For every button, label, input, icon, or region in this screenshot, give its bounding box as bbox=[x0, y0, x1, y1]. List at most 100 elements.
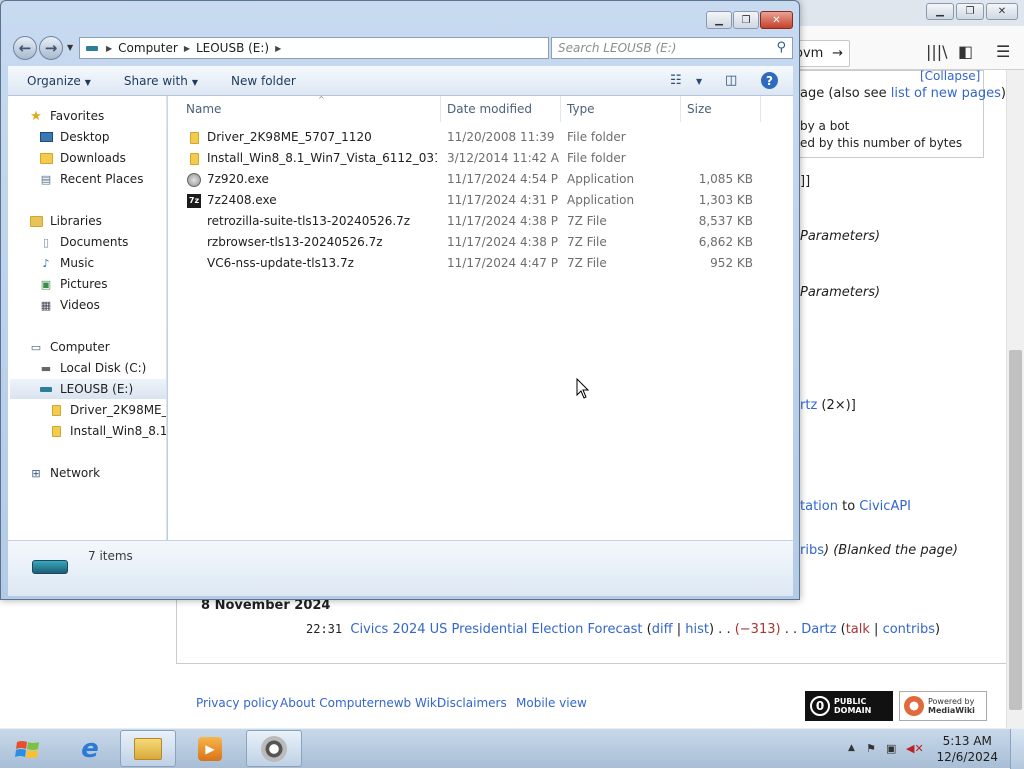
internet-explorer-taskbar-button[interactable]: e bbox=[62, 730, 118, 767]
clock[interactable]: 5:13 AM 12/6/2024 bbox=[936, 733, 998, 765]
nav-pictures[interactable]: ▣ Pictures bbox=[38, 274, 108, 294]
wiki-bracket-text: ]] bbox=[800, 174, 811, 189]
public-domain-badge[interactable]: 0 PUBLIC DOMAIN bbox=[805, 691, 893, 721]
civic-pre-link[interactable]: tation bbox=[800, 499, 838, 514]
media-player-taskbar-button[interactable]: ▶ bbox=[182, 730, 238, 767]
volume-muted-icon[interactable]: ◀✕ bbox=[906, 742, 924, 755]
view-options-icon[interactable]: ☷ bbox=[670, 73, 682, 88]
file-icon bbox=[187, 257, 201, 270]
file-row[interactable]: 7z 7z2408.exe 11/17/2024 4:31 PM Applicatio… bbox=[168, 190, 793, 211]
hamburger-menu-icon[interactable]: ☰ bbox=[996, 42, 1010, 61]
action-center-flag-icon[interactable]: ⚑ bbox=[866, 742, 876, 755]
new-folder-button[interactable]: New folder bbox=[212, 74, 310, 88]
collapse-link[interactable]: [Collapse] bbox=[920, 69, 980, 83]
file-icon bbox=[187, 236, 201, 249]
raccoon-app-taskbar-button[interactable] bbox=[246, 730, 302, 767]
nav-libraries[interactable]: Libraries bbox=[28, 211, 102, 231]
file-row[interactable]: rzbrowser-tls13-20240526.7z 11/17/2024 4:… bbox=[168, 232, 793, 253]
maximize-button[interactable]: ❐ bbox=[733, 11, 759, 29]
about-link[interactable]: About Computernewb Wiki bbox=[280, 696, 440, 710]
file-row[interactable]: Driver_2K98ME_5707_1120 11/20/2008 11:39 … bbox=[168, 127, 793, 148]
nav-subfolder-driver[interactable]: Driver_2K98ME_570 bbox=[48, 400, 166, 420]
organize-button[interactable]: Organize ▼ bbox=[8, 74, 105, 88]
preview-pane-icon[interactable]: ◫ bbox=[725, 73, 737, 88]
library-icon[interactable]: |||\ bbox=[926, 42, 948, 61]
column-name[interactable]: Name ^ bbox=[180, 95, 441, 122]
recent-pages-dropdown-icon[interactable]: ▼ bbox=[67, 43, 73, 52]
file-name: 7z2408.exe bbox=[207, 193, 277, 207]
wiki-params-1: Parameters) bbox=[800, 229, 881, 244]
nav-documents[interactable]: ▯ Documents bbox=[38, 232, 128, 252]
file-row[interactable]: VC6-nss-update-tls13.7z 11/17/2024 4:47 P… bbox=[168, 253, 793, 274]
file-size: 952 KB bbox=[710, 256, 753, 270]
back-button[interactable]: ← bbox=[13, 36, 37, 60]
nav-local-disk[interactable]: ▬ Local Disk (C:) bbox=[38, 358, 147, 378]
star-icon: ★ bbox=[30, 108, 42, 124]
entry-user-link[interactable]: Dartz bbox=[801, 622, 836, 637]
hist-link[interactable]: hist bbox=[685, 622, 709, 637]
nav-recent-places[interactable]: ▤ Recent Places bbox=[38, 169, 144, 189]
minimize-button[interactable]: ▁ bbox=[706, 11, 732, 29]
nav-computer[interactable]: ▭ Computer bbox=[28, 337, 110, 357]
file-row[interactable]: retrozilla-suite-tls13-20240526.7z 11/17/… bbox=[168, 211, 793, 232]
breadcrumb-computer[interactable]: Computer bbox=[114, 41, 182, 55]
browser-scroll-thumb[interactable] bbox=[1009, 350, 1022, 710]
browser-scrollbar[interactable] bbox=[1006, 70, 1024, 728]
pictures-icon: ▣ bbox=[40, 277, 52, 291]
entry-talk-link[interactable]: talk bbox=[846, 622, 870, 637]
nav-music[interactable]: ♪ Music bbox=[38, 253, 94, 273]
browser-maximize-button[interactable]: ❐ bbox=[956, 3, 984, 20]
column-type[interactable]: Type bbox=[561, 96, 681, 122]
chevron-down-icon: ▼ bbox=[191, 77, 198, 87]
share-with-button[interactable]: Share with ▼ bbox=[105, 74, 212, 88]
file-row[interactable]: Install_Win8_8.1_Win7_Vista_6112_031220.… bbox=[168, 148, 793, 169]
nav-subfolder-install[interactable]: Install_Win8_8.1_W bbox=[48, 421, 166, 441]
column-size[interactable]: Size bbox=[681, 96, 761, 122]
nav-desktop[interactable]: Desktop bbox=[38, 127, 110, 147]
breadcrumb-leousb[interactable]: LEOUSB (E:) bbox=[192, 41, 273, 55]
forward-button[interactable]: → bbox=[39, 36, 63, 60]
nav-favorites[interactable]: ★ Favorites bbox=[28, 106, 104, 126]
contribs-link[interactable]: ribs bbox=[800, 543, 824, 558]
browser-minimize-button[interactable]: ▁ bbox=[926, 3, 954, 20]
explorer-taskbar-button[interactable] bbox=[120, 730, 176, 767]
show-hidden-icons-icon[interactable]: ▲ bbox=[848, 743, 855, 753]
view-dropdown-icon[interactable]: ▼ bbox=[696, 77, 702, 86]
mobile-view-link[interactable]: Mobile view bbox=[516, 696, 587, 710]
column-date-modified[interactable]: Date modified bbox=[441, 96, 561, 122]
address-bar[interactable]: ▶ Computer ▶ LEOUSB (E:) ▶ ▼ ↻ bbox=[79, 37, 610, 60]
change-entry: 22:31 Civics 2024 US Presidential Electi… bbox=[306, 622, 941, 637]
network-tray-icon[interactable]: ▣ bbox=[886, 742, 896, 755]
entry-contribs-link[interactable]: contribs bbox=[883, 622, 935, 637]
entry-title-link[interactable]: Civics 2024 US Presidential Election For… bbox=[350, 622, 642, 637]
wiki-contribs-line: ribs) (Blanked the page) bbox=[800, 543, 958, 558]
breadcrumb-separator-icon[interactable]: ▶ bbox=[104, 44, 114, 53]
videos-icon: ▦ bbox=[40, 298, 52, 312]
list-new-pages-link[interactable]: list of new pages bbox=[891, 86, 1001, 101]
search-icon[interactable]: ⚲ bbox=[776, 40, 786, 55]
breadcrumb-separator-icon[interactable]: ▶ bbox=[182, 44, 192, 53]
sidebar-icon[interactable]: ◧ bbox=[958, 42, 973, 61]
mediawiki-badge[interactable]: Powered by MediaWiki bbox=[899, 691, 987, 721]
nav-network[interactable]: ⊞ Network bbox=[28, 463, 100, 483]
civicapi-link[interactable]: CivicAPI bbox=[859, 499, 911, 514]
navigation-row: ← → ▼ ▶ Computer ▶ LEOUSB (E:) ▶ ▼ ↻ Sea… bbox=[11, 35, 793, 61]
diff-link[interactable]: diff bbox=[652, 622, 673, 637]
file-name: retrozilla-suite-tls13-20240526.7z bbox=[207, 214, 411, 228]
start-button[interactable] bbox=[8, 735, 48, 765]
nav-downloads[interactable]: Downloads bbox=[38, 148, 126, 168]
close-button[interactable]: ✕ bbox=[760, 11, 793, 29]
nav-leousb[interactable]: LEOUSB (E:) bbox=[10, 379, 166, 399]
dartz-link[interactable]: rtz bbox=[800, 398, 817, 413]
breadcrumb-separator-icon[interactable]: ▶ bbox=[273, 44, 283, 53]
nav-videos[interactable]: ▦ Videos bbox=[38, 295, 100, 315]
disclaimers-link[interactable]: Disclaimers bbox=[437, 696, 507, 710]
search-input[interactable]: Search LEOUSB (E:) ⚲ bbox=[551, 37, 793, 59]
windows-logo-icon bbox=[15, 741, 39, 758]
privacy-policy-link[interactable]: Privacy policy bbox=[196, 696, 279, 710]
file-row[interactable]: 7z920.exe 11/17/2024 4:54 PM Application 1,… bbox=[168, 169, 793, 190]
arrow-right-icon[interactable]: → bbox=[832, 46, 843, 61]
help-icon[interactable]: ? bbox=[761, 72, 778, 89]
browser-close-button[interactable]: ✕ bbox=[986, 3, 1018, 20]
show-desktop-button[interactable] bbox=[1010, 729, 1024, 769]
